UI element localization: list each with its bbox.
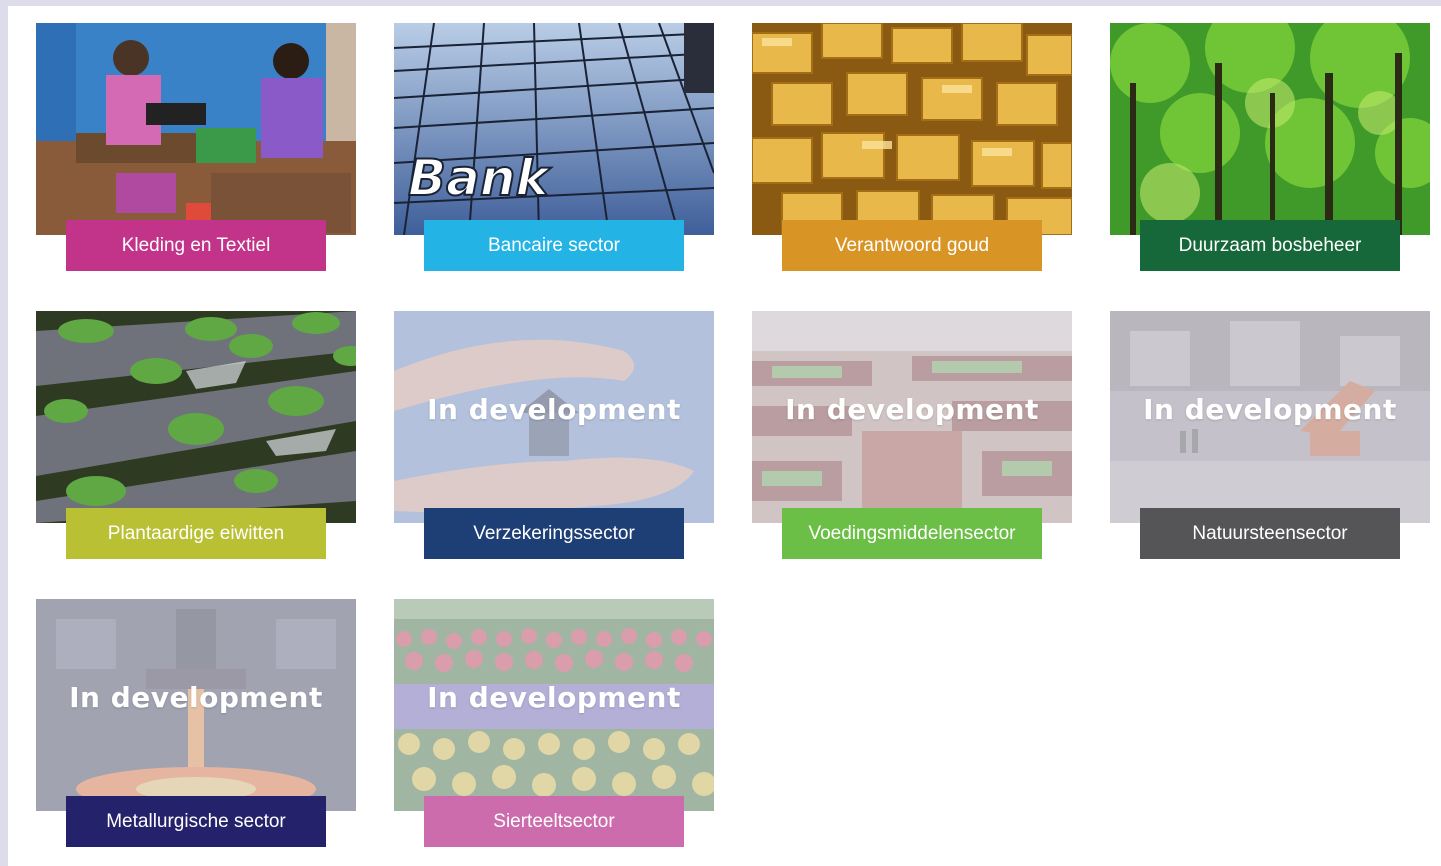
sector-label-natural-stone[interactable]: Natuursteensector — [1140, 508, 1400, 559]
tulip-field-photo: In development — [394, 599, 714, 811]
sector-card-insurance[interactable]: In development Verzekeringssector — [394, 311, 714, 559]
in-development-text: In development — [1143, 393, 1397, 426]
sector-card-floriculture[interactable]: In development Sierteeltsector — [394, 599, 714, 847]
sector-grid: Kleding en Textiel Bank Bancaire sector … — [8, 6, 1441, 866]
sector-card-banking[interactable]: Bank Bancaire sector — [394, 23, 714, 271]
sector-label-gold[interactable]: Verantwoord goud — [782, 220, 1042, 271]
sector-label-banking[interactable]: Bancaire sector — [424, 220, 684, 271]
sector-label-textile[interactable]: Kleding en Textiel — [66, 220, 326, 271]
sector-card-natural-stone[interactable]: In development Natuursteensector — [1110, 311, 1430, 559]
textile-workers-photo — [36, 23, 356, 235]
sector-label-metallurgy[interactable]: Metallurgische sector — [66, 796, 326, 847]
sector-card-food[interactable]: In development Voedingsmiddelensector — [752, 311, 1072, 559]
sector-label-forestry[interactable]: Duurzaam bosbeheer — [1140, 220, 1400, 271]
in-development-text: In development — [427, 681, 681, 714]
bank-building-photo: Bank — [394, 23, 714, 235]
svg-text:Bank: Bank — [408, 149, 551, 207]
sector-card-forestry[interactable]: Duurzaam bosbeheer — [1110, 23, 1430, 271]
hands-house-photo: In development — [394, 311, 714, 523]
sector-card-gold[interactable]: Verantwoord goud — [752, 23, 1072, 271]
sector-card-plant-protein[interactable]: Plantaardige eiwitten — [36, 311, 356, 559]
sector-card-metallurgy[interactable]: In development Metallurgische sector — [36, 599, 356, 847]
sector-label-floriculture[interactable]: Sierteeltsector — [424, 796, 684, 847]
sector-label-insurance[interactable]: Verzekeringssector — [424, 508, 684, 559]
sector-label-plant-protein[interactable]: Plantaardige eiwitten — [66, 508, 326, 559]
forest-photo — [1110, 23, 1430, 235]
in-development-text: In development — [785, 393, 1039, 426]
quarry-photo: In development — [1110, 311, 1430, 523]
in-development-text: In development — [69, 681, 323, 714]
sector-card-textile[interactable]: Kleding en Textiel — [36, 23, 356, 271]
gold-bars-photo — [752, 23, 1072, 235]
steel-foundry-photo: In development — [36, 599, 356, 811]
in-development-text: In development — [427, 393, 681, 426]
crop-rows-photo — [36, 311, 356, 523]
supermarket-photo: In development — [752, 311, 1072, 523]
sector-label-food[interactable]: Voedingsmiddelensector — [782, 508, 1042, 559]
